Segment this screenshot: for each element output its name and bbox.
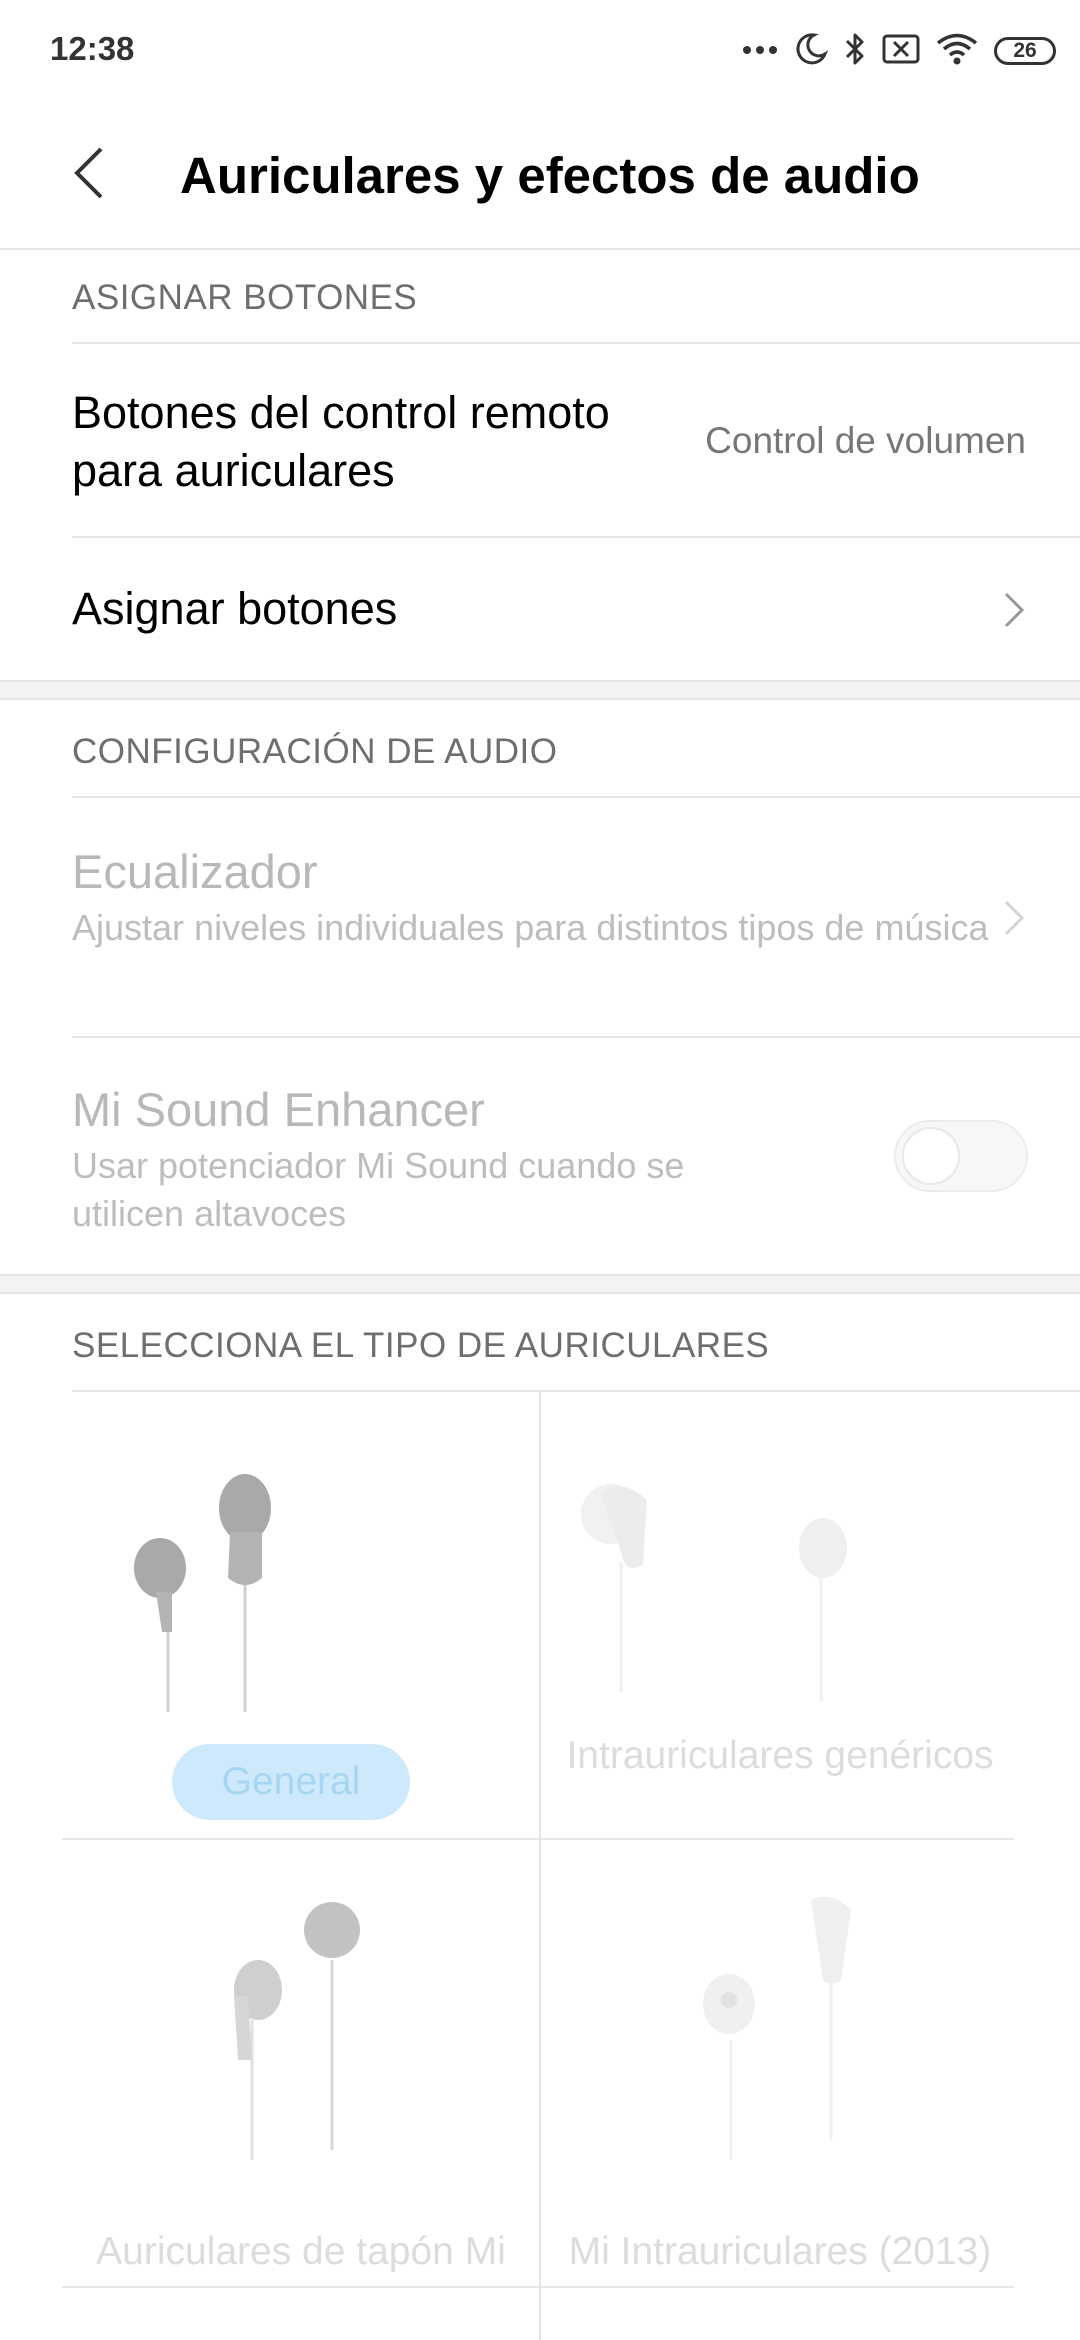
section-header-audio: CONFIGURACIÓN DE AUDIO <box>72 732 558 771</box>
assign-buttons-row[interactable]: Asignar botones <box>0 538 1080 680</box>
page-title: Auriculares y efectos de audio <box>180 147 920 204</box>
status-time: 12:38 <box>50 30 135 67</box>
assign-buttons-label: Asignar botones <box>72 583 398 634</box>
earphone-type-general[interactable]: General <box>62 1392 540 1840</box>
earphone-type-mi-earbuds-label: Auriculares de tapón Mi <box>96 2230 506 2273</box>
battery-icon: 26 <box>994 37 1056 65</box>
chevron-right-icon <box>998 898 1028 938</box>
earphone-type-generic-in-ear[interactable]: Intrauriculares genéricos <box>541 1392 1019 1840</box>
wifi-icon <box>936 32 978 71</box>
sound-enhancer-title: Mi Sound Enhancer <box>72 1083 485 1136</box>
earphone-type-generic-in-ear-label: Intrauriculares genéricos <box>566 1734 994 1777</box>
earphones-mi-earbuds-icon <box>234 1902 360 2160</box>
bluetooth-icon <box>844 32 866 71</box>
section-gap <box>0 680 1080 700</box>
moon-icon <box>794 32 829 71</box>
remote-buttons-row[interactable]: Botones del control remoto para auricula… <box>0 344 1080 536</box>
chevron-right-icon <box>998 590 1028 630</box>
section-header-earphones: SELECCIONA EL TIPO DE AURICULARES <box>72 1326 770 1365</box>
earphone-type-general-label: General <box>172 1744 410 1820</box>
equalizer-title: Ecualizador <box>72 845 318 898</box>
earphones-general-icon <box>134 1474 271 1712</box>
equalizer-row[interactable]: Ecualizador Ajustar niveles individuales… <box>0 798 1080 1036</box>
sound-enhancer-toggle[interactable] <box>894 1120 1028 1192</box>
status-bar: 12:38 26 <box>0 0 1080 100</box>
earphone-type-mi-in-ear-2013[interactable]: Mi Intrauriculares (2013) <box>541 1840 1019 2288</box>
status-icons: 26 <box>742 28 1056 74</box>
sim-off-icon <box>882 34 920 69</box>
earphone-type-mi-in-ear-2013-label: Mi Intrauriculares (2013) <box>568 2230 992 2273</box>
back-button[interactable] <box>54 140 124 210</box>
toggle-knob <box>902 1127 960 1185</box>
app-header: Auriculares y efectos de audio <box>0 100 1080 250</box>
section-header-assign: ASIGNAR BOTONES <box>72 278 418 317</box>
remote-buttons-value: Control de volumen <box>705 420 1026 461</box>
earphones-mi-in-ear-icon <box>703 1896 851 2160</box>
chevron-left-icon <box>71 145 107 206</box>
sound-enhancer-subtitle: Usar potenciador Mi Sound cuando se util… <box>72 1145 685 1234</box>
equalizer-subtitle: Ajustar niveles individuales para distin… <box>72 907 989 948</box>
sound-enhancer-row[interactable]: Mi Sound Enhancer Usar potenciador Mi So… <box>0 1038 1080 1274</box>
section-gap <box>0 1274 1080 1294</box>
earphones-in-ear-icon <box>581 1484 847 1702</box>
earphone-type-mi-earbuds[interactable]: Auriculares de tapón Mi <box>62 1840 540 2288</box>
more-dots-icon <box>742 42 778 60</box>
remote-buttons-title: Botones del control remoto para auricula… <box>72 387 610 496</box>
